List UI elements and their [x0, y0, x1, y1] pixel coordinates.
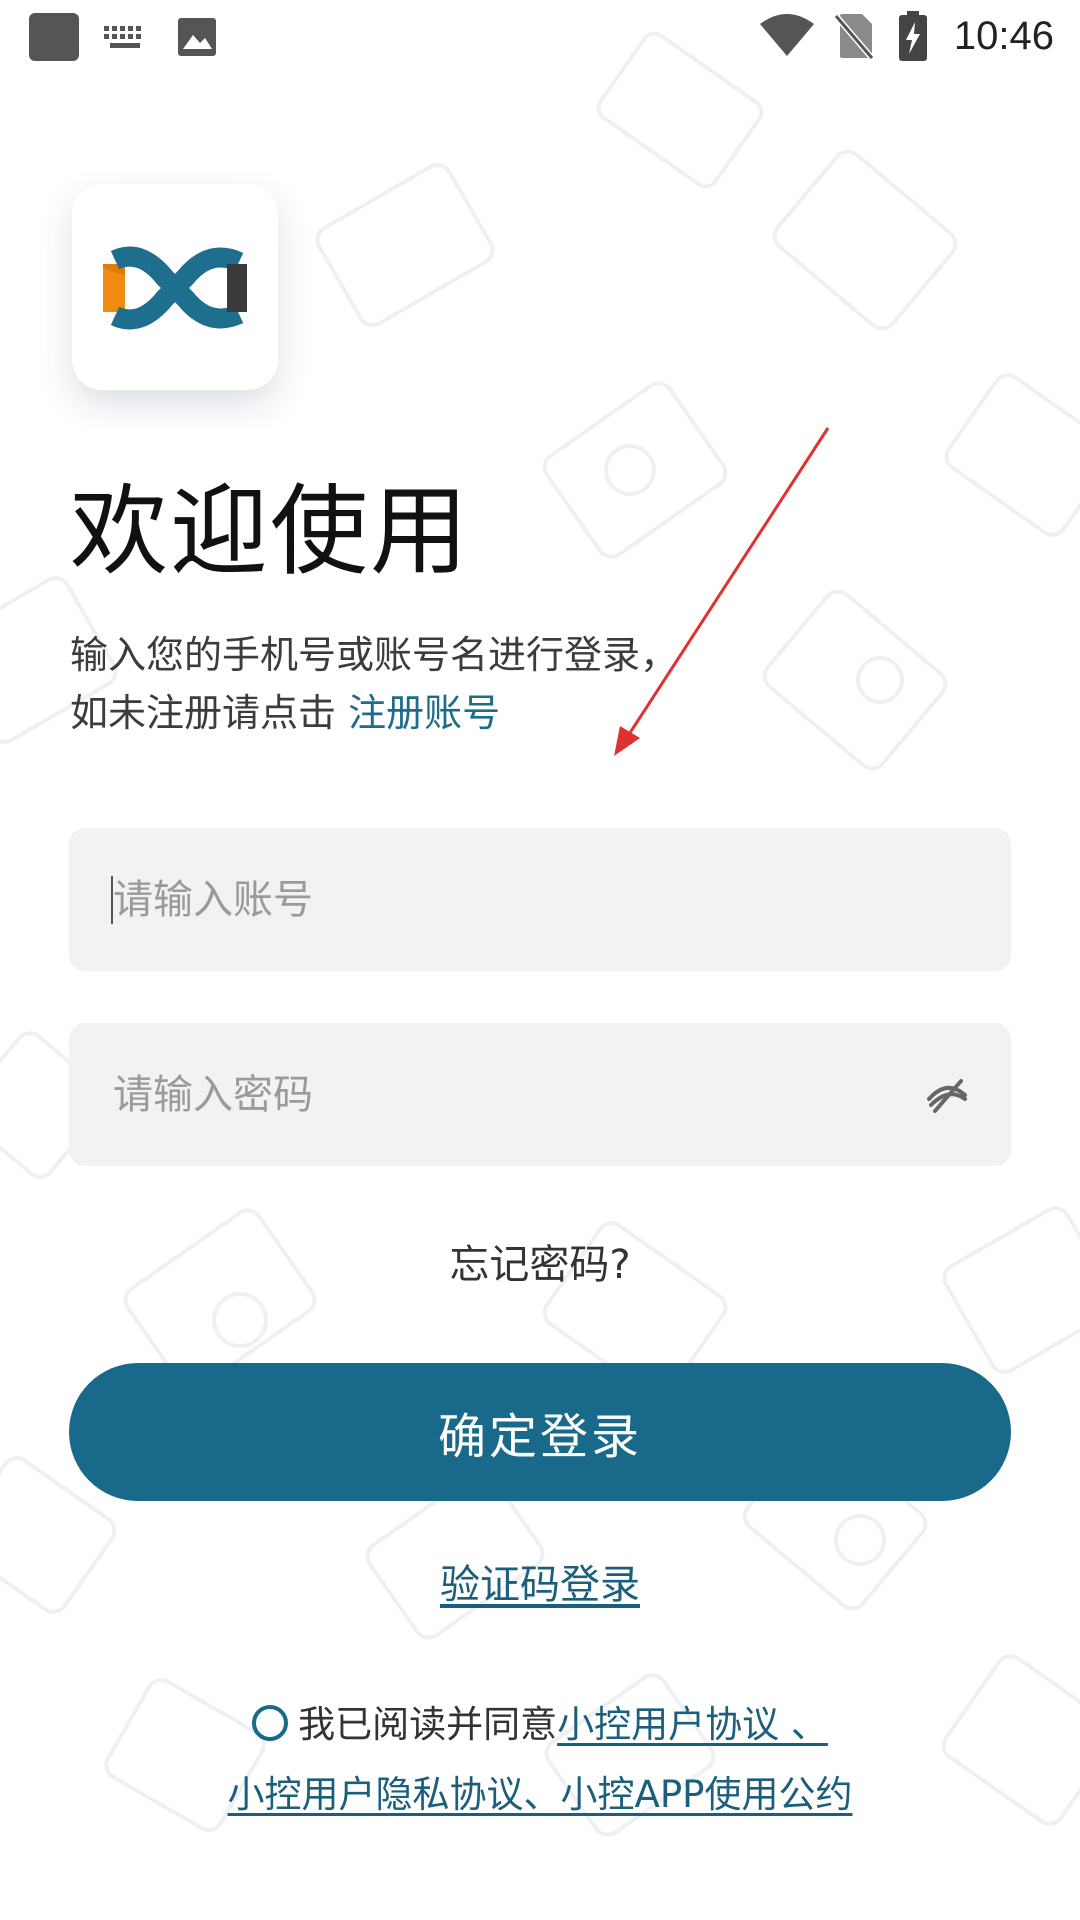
- status-bar: 10:46: [0, 0, 1080, 76]
- brand-logo-icon: [103, 246, 247, 330]
- no-sim-icon: [834, 14, 874, 60]
- keyboard-icon: [104, 26, 141, 48]
- agreement-radio[interactable]: [252, 1705, 289, 1741]
- agreement-row-1: 我已阅读并同意小控用户协议 、: [0, 1690, 1080, 1760]
- login-button[interactable]: 确定登录: [69, 1363, 1011, 1501]
- password-input[interactable]: [113, 1023, 893, 1166]
- account-input[interactable]: [113, 828, 893, 971]
- account-field[interactable]: [69, 828, 1011, 971]
- agreement-row-2: 小控用户隐私协议、小控APP使用公约: [0, 1760, 1080, 1830]
- instruction-line-1: 输入您的手机号或账号名进行登录，: [70, 633, 679, 677]
- annotation-arrow: [614, 427, 830, 756]
- instruction-line-2: 如未注册请点击 注册账号: [70, 684, 678, 742]
- status-time: 10:46: [953, 14, 1054, 58]
- app-convention-link[interactable]: 小控APP使用公约: [561, 1773, 853, 1816]
- battery-charging-icon: [899, 11, 927, 61]
- agreement-section: 我已阅读并同意小控用户协议 、 小控用户隐私协议、小控APP使用公约: [0, 1690, 1080, 1830]
- wifi-icon: [760, 14, 814, 56]
- password-field[interactable]: [69, 1023, 1011, 1166]
- user-agreement-link[interactable]: 小控用户协议 、: [557, 1703, 828, 1746]
- sms-code-login-link[interactable]: 验证码登录: [0, 1555, 1080, 1615]
- agreement-prefix: 我已阅读并同意: [298, 1703, 558, 1746]
- instruction-line-2-prefix: 如未注册请点击: [70, 691, 349, 735]
- app-square-icon: [29, 13, 79, 61]
- login-instructions: 输入您的手机号或账号名进行登录， 如未注册请点击 注册账号: [70, 626, 678, 742]
- register-link[interactable]: 注册账号: [348, 691, 500, 735]
- page-title: 欢迎使用: [70, 475, 471, 589]
- forgot-password-link[interactable]: 忘记密码?: [0, 1235, 1080, 1295]
- image-icon: [178, 18, 216, 56]
- eye-off-icon[interactable]: [925, 1073, 969, 1117]
- privacy-agreement-link[interactable]: 小控用户隐私协议、: [228, 1773, 561, 1816]
- app-logo: [72, 184, 278, 390]
